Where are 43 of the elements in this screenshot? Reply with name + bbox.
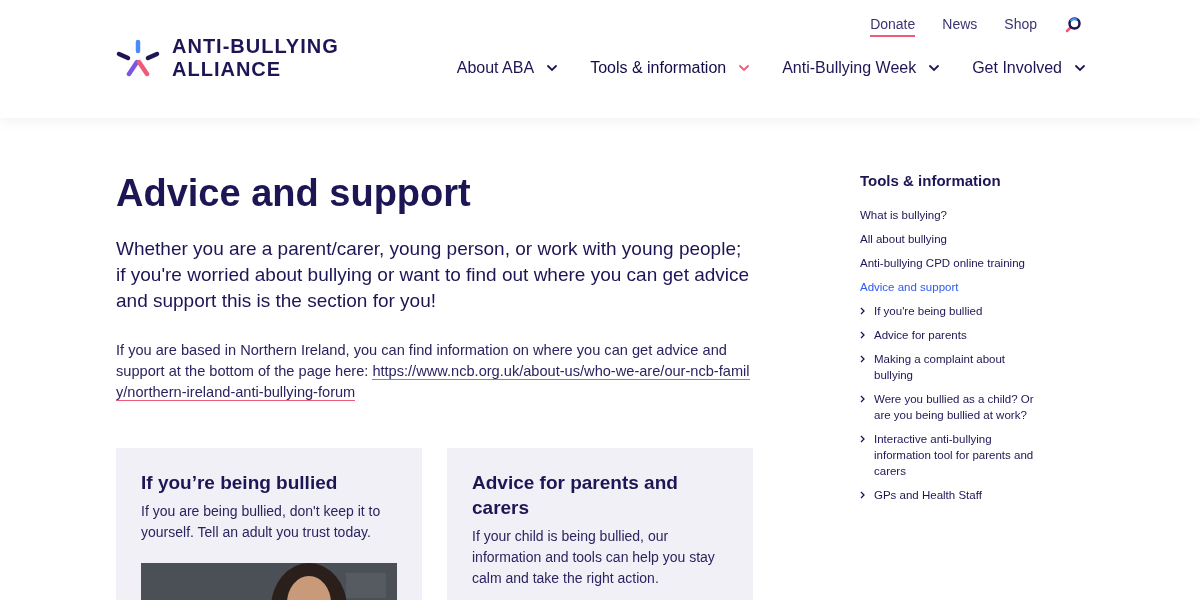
logo-text: ALLIANCE (172, 58, 283, 81)
nav-item[interactable]: Get Involved (972, 59, 1086, 77)
search-button[interactable] (1064, 16, 1082, 34)
sidebar-link[interactable]: What is bullying? (860, 203, 1040, 227)
sidebar-link[interactable]: Were you bullied as a child? Or are you being bullied at work? (860, 387, 1040, 427)
card-text: If you are being bullied, don't keep it to yourself. Tell an adult you trust today. (141, 502, 382, 542)
card[interactable]: If you’re being bullied If you are being bullied, don't keep it to yourself. Tell an adult you trust today. (116, 448, 422, 600)
nav-item[interactable]: About ABA (456, 59, 559, 77)
nav-item[interactable]: Tools & information (590, 59, 751, 77)
logo[interactable]: ANTI-BULLYING ALLIANCE (116, 35, 339, 81)
caret-icon (738, 63, 751, 73)
chevron-icon (860, 395, 866, 403)
logo-icon (116, 39, 160, 77)
chevron-icon (860, 435, 866, 443)
utility-link[interactable]: Shop (1004, 13, 1037, 37)
search-icon (1064, 16, 1082, 34)
sidebar-link[interactable]: If you're being bullied (860, 299, 1040, 323)
sidebar-link[interactable]: Making a complaint about bullying (860, 347, 1040, 387)
card-title: If you’re being bullied (141, 471, 339, 495)
chevron-icon (860, 355, 866, 363)
sidebar-title: Tools & information (860, 172, 1002, 189)
chevron-icon (860, 331, 866, 339)
intro-paragraph: Whether you are a parent/carer, young person, or work with young people; if you're worried about bullying or want to find out where you can get advice and support this is the section for you! (116, 237, 751, 313)
sidebar-link[interactable]: GPs and Health Staff (860, 483, 1040, 507)
sidebar-link[interactable]: Advice for parents (860, 323, 1040, 347)
sidebar-link[interactable]: Anti-bullying CPD online training (860, 251, 1040, 275)
logo-text: ANTI-BULLYING (172, 35, 339, 58)
card[interactable]: Advice for parents and carers If your child is being bullied, our information and tools can help you stay calm and take the right action. (447, 448, 753, 600)
card-text: If your child is being bullied, our information and tools can help you stay calm and take the right action. (472, 527, 716, 588)
card-title: Advice for parents and carers (472, 471, 679, 520)
page-title: Advice and support (116, 171, 472, 216)
caret-icon (1074, 63, 1086, 73)
note-paragraph: If you are based in Northern Ireland, you can find information on where you can get advice and support at the bottom of the page here: https://www.ncb.org.uk/about-us/who-we-are/our-ncb-family/northern-ireland-anti-bullying-forum (116, 341, 751, 403)
chevron-icon (860, 307, 866, 315)
sidebar-link[interactable]: All about bullying (860, 227, 1040, 251)
sidebar-link[interactable]: Interactive anti-bullying information tool for parents and carers (860, 427, 1040, 483)
utility-link[interactable]: Donate (870, 13, 916, 37)
utility-link[interactable]: News (942, 13, 978, 37)
caret-icon (546, 63, 559, 73)
caret-icon (928, 63, 941, 73)
nav-item[interactable]: Anti-Bullying Week (782, 59, 941, 77)
chevron-icon (860, 491, 866, 499)
sidebar-link[interactable]: Advice and support (860, 275, 1040, 299)
